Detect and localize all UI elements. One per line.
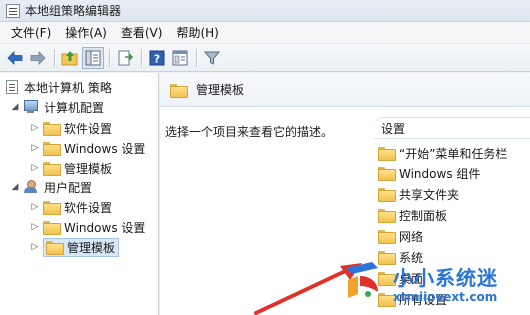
properties-icon[interactable] bbox=[169, 47, 191, 69]
export-list-icon[interactable] bbox=[114, 47, 136, 69]
tree-pane: 本地计算机 策略 ◢ 计算机配置 ▷ 软件设置 ▷ Windows 设置 ▷ 管… bbox=[0, 73, 159, 315]
toolbar-separator bbox=[196, 48, 197, 67]
watermark-name: 小小系统迷 bbox=[393, 266, 498, 290]
show-hide-tree-icon[interactable] bbox=[82, 46, 104, 69]
folder-icon bbox=[378, 188, 396, 202]
tree-item-label: 软件设置 bbox=[64, 121, 113, 136]
folder-icon bbox=[378, 167, 396, 181]
tree-user-config-label: 用户配置 bbox=[44, 180, 93, 195]
computer-icon bbox=[23, 100, 39, 114]
tree-item-label: Windows 设置 bbox=[64, 141, 146, 156]
collapsed-arrow-icon[interactable]: ▷ bbox=[30, 123, 40, 133]
up-folder-icon[interactable] bbox=[59, 47, 81, 69]
tree-item-computer-windows[interactable]: ▷ Windows 设置 bbox=[30, 138, 145, 158]
user-icon bbox=[23, 180, 39, 194]
toolbar-separator bbox=[109, 48, 110, 67]
tree-user-config[interactable]: ◢ 用户配置 bbox=[10, 177, 92, 197]
toolbar-separator bbox=[141, 48, 142, 67]
tree-item-label: 管理模板 bbox=[64, 161, 113, 176]
folder-icon bbox=[378, 147, 396, 161]
menu-help[interactable]: 帮助(H) bbox=[169, 23, 225, 43]
column-header-settings[interactable]: 设置 bbox=[374, 117, 530, 139]
forward-icon[interactable] bbox=[27, 47, 49, 69]
list-item-label: 控制面板 bbox=[399, 208, 448, 223]
watermark-logo-icon bbox=[346, 262, 378, 298]
tree-item-computer-admin[interactable]: ▷ 管理模板 bbox=[30, 158, 112, 178]
watermark: 小小系统迷 xtmiiovext.com bbox=[342, 258, 530, 315]
list-item-label: 网络 bbox=[399, 229, 424, 244]
collapsed-arrow-icon[interactable]: ▷ bbox=[30, 143, 40, 153]
list-item[interactable]: 共享文件夹 bbox=[378, 184, 459, 204]
folder-icon bbox=[43, 221, 61, 235]
selected-highlight[interactable]: 管理模板 bbox=[43, 237, 120, 257]
policy-document-icon bbox=[6, 80, 18, 94]
menu-action[interactable]: 操作(A) bbox=[58, 23, 114, 43]
window-title: 本地组策略编辑器 bbox=[25, 4, 122, 18]
folder-icon bbox=[43, 142, 61, 156]
tree-item-user-software[interactable]: ▷ 软件设置 bbox=[30, 197, 112, 217]
svg-text:?: ? bbox=[154, 52, 160, 65]
tree-computer-config-label: 计算机配置 bbox=[44, 100, 105, 115]
menu-view[interactable]: 查看(V) bbox=[114, 23, 170, 43]
title-bar: 本地组策略编辑器 bbox=[0, 0, 530, 22]
list-item[interactable]: Windows 组件 bbox=[378, 163, 480, 183]
tree-item-user-windows[interactable]: ▷ Windows 设置 bbox=[30, 217, 145, 237]
app-icon bbox=[6, 3, 20, 18]
details-title: 管理模板 bbox=[196, 83, 245, 97]
list-item[interactable]: “开始”菜单和任务栏 bbox=[378, 143, 507, 163]
list-item-label: 共享文件夹 bbox=[399, 187, 460, 202]
tree-item-label: 软件设置 bbox=[64, 200, 113, 215]
collapsed-arrow-icon[interactable]: ▷ bbox=[30, 242, 40, 252]
folder-icon bbox=[43, 122, 61, 136]
filter-icon[interactable] bbox=[201, 47, 223, 69]
menu-file[interactable]: 文件(F) bbox=[4, 23, 58, 43]
toolbar-separator bbox=[54, 48, 55, 67]
expanded-arrow-icon[interactable]: ◢ bbox=[10, 182, 20, 192]
back-icon[interactable] bbox=[4, 47, 26, 69]
folder-icon bbox=[378, 209, 396, 223]
folder-icon bbox=[378, 230, 396, 244]
menu-bar: 文件(F) 操作(A) 查看(V) 帮助(H) bbox=[0, 22, 530, 44]
tree-root[interactable]: 本地计算机 策略 bbox=[6, 77, 112, 97]
list-item[interactable]: 网络 bbox=[378, 226, 423, 246]
folder-icon bbox=[46, 241, 64, 255]
collapsed-arrow-icon[interactable]: ▷ bbox=[30, 163, 40, 173]
folder-icon bbox=[170, 83, 188, 98]
list-item-label: “开始”菜单和任务栏 bbox=[399, 146, 508, 161]
tree-item-label: Windows 设置 bbox=[64, 220, 146, 235]
tree-computer-config[interactable]: ◢ 计算机配置 bbox=[10, 97, 104, 117]
tree-root-label: 本地计算机 策略 bbox=[24, 80, 112, 95]
tree-item-user-admin[interactable]: ▷ 管理模板 bbox=[30, 237, 120, 257]
details-header: 管理模板 bbox=[160, 73, 530, 107]
list-item-label: Windows 组件 bbox=[399, 166, 481, 181]
tree-item-computer-software[interactable]: ▷ 软件设置 bbox=[30, 118, 112, 138]
toolbar: ? bbox=[0, 44, 530, 72]
help-icon[interactable]: ? bbox=[146, 47, 168, 69]
folder-icon bbox=[43, 201, 61, 215]
collapsed-arrow-icon[interactable]: ▷ bbox=[30, 202, 40, 212]
folder-icon bbox=[43, 162, 61, 176]
watermark-url: xtmiiovext.com bbox=[393, 290, 498, 304]
list-item[interactable]: 控制面板 bbox=[378, 205, 447, 225]
tree-item-label: 管理模板 bbox=[67, 240, 116, 255]
description-text: 选择一个项目来查看它的描述。 bbox=[165, 125, 334, 139]
expanded-arrow-icon[interactable]: ◢ bbox=[10, 102, 20, 112]
collapsed-arrow-icon[interactable]: ▷ bbox=[30, 222, 40, 232]
